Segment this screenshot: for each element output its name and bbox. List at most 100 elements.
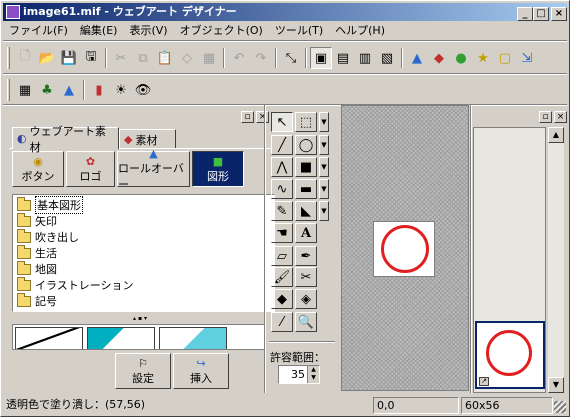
text-tool-icon[interactable]: A <box>295 223 317 243</box>
text-art-icon[interactable]: ★ <box>472 47 494 69</box>
scroll-down-icon[interactable]: ▼ <box>548 377 564 393</box>
scroll-up-icon[interactable]: ▲ <box>548 127 564 143</box>
category-logo[interactable]: ✿ ロゴ <box>66 151 115 187</box>
tolerance-spinner[interactable]: 35 ▲ ▼ <box>278 365 320 384</box>
insert-button[interactable]: ↪ 挿入 <box>173 353 229 389</box>
list-item[interactable]: 生活 <box>17 244 270 261</box>
eye-icon[interactable]: 👁 <box>132 79 154 101</box>
eyedropper-tool-icon[interactable]: ⁄ <box>271 312 293 332</box>
scissors-tool-icon[interactable]: ✂ <box>295 267 317 287</box>
list-item[interactable]: 矢印 <box>17 212 270 229</box>
float-button[interactable]: ▫ <box>539 111 552 123</box>
rounded-rect-tool-icon[interactable]: ▬ <box>295 179 317 199</box>
category-rollover[interactable]: ▲ ロールオーバー <box>117 147 190 191</box>
shapes-icon[interactable]: ● <box>450 47 472 69</box>
list-item[interactable]: イラストレーション <box>17 276 270 293</box>
spinner-arrows-icon[interactable]: ▲ ▼ <box>307 366 319 383</box>
new-icon[interactable]: 🗋 <box>14 47 36 69</box>
effects-toolbar: ▦ ♣ ▲ ▮ ☀ 👁 <box>3 76 173 104</box>
layer-back-icon[interactable]: ▥ <box>354 47 376 69</box>
preview-scrollbar[interactable]: ▲ ▼ <box>548 127 564 393</box>
list-item[interactable]: 地図 <box>17 260 270 277</box>
cut-icon[interactable]: ✂ <box>110 47 132 69</box>
maximize-button[interactable]: □ <box>533 7 549 21</box>
object-select-icon[interactable]: ⬚ <box>295 112 317 132</box>
category-button[interactable]: ◉ ボタン <box>12 151 64 187</box>
dropdown-arrow-icon[interactable]: ▼ <box>319 157 329 177</box>
material-list[interactable]: 基本図形 矢印 吹き出し 生活 地図 イラストレーション 記号 <box>12 194 275 312</box>
pen-tool-icon[interactable]: ✒ <box>295 246 317 266</box>
toolbar-grip[interactable] <box>7 47 10 69</box>
layer-top-icon[interactable]: ▧ <box>376 47 398 69</box>
float-button[interactable]: ▫ <box>241 111 254 123</box>
window-title: image61.mif - ウェブアート デザイナー <box>23 5 237 18</box>
menu-file[interactable]: ファイル(F) <box>3 22 74 40</box>
select-tool-icon[interactable]: ↖ <box>271 112 293 132</box>
preview-thumbnail[interactable]: ↗ <box>475 321 545 389</box>
red-circle-shape[interactable] <box>381 225 429 273</box>
export-icon[interactable]: ⇲ <box>516 47 538 69</box>
minimize-button[interactable]: _ <box>517 7 533 21</box>
color-balance-icon[interactable]: ▮ <box>88 79 110 101</box>
menu-object[interactable]: オブジェクト(O) <box>174 22 269 40</box>
rectangle-tool-icon[interactable]: ■ <box>295 157 317 177</box>
frame-icon[interactable]: ▢ <box>494 47 516 69</box>
tree-icon[interactable]: ♣ <box>36 79 58 101</box>
category-shapes[interactable]: ■ 図形 <box>192 151 244 187</box>
tab-materials[interactable]: ◆ 素材 <box>119 129 176 149</box>
close-button[interactable]: × <box>551 7 567 21</box>
layer-front-icon[interactable]: ▤ <box>332 47 354 69</box>
panel-close-button[interactable]: × <box>256 111 269 123</box>
paste-icon[interactable]: 📋 <box>154 47 176 69</box>
menu-help[interactable]: ヘルプ(H) <box>329 22 391 40</box>
menu-edit[interactable]: 編集(E) <box>74 22 124 40</box>
list-item[interactable]: 吹き出し <box>17 228 270 245</box>
list-item[interactable]: 記号 <box>17 292 270 309</box>
fill-tool-icon[interactable]: ◆ <box>271 289 293 309</box>
layer-icon[interactable]: ▣ <box>310 47 332 69</box>
tab-webart-materials[interactable]: ◐ ウェブアート素材 <box>12 125 119 154</box>
freehand-tool-icon[interactable]: ✎ <box>271 201 293 221</box>
menu-view[interactable]: 表示(V) <box>123 22 173 40</box>
eraser-tool-icon[interactable]: ▱ <box>271 246 293 266</box>
thumbnail[interactable] <box>159 327 227 349</box>
brightness-icon[interactable]: ☀ <box>110 79 132 101</box>
menu-tools[interactable]: ツール(T) <box>269 22 329 40</box>
toolbar-grip[interactable] <box>7 79 10 101</box>
splitter-handle[interactable]: ▴ ▪ ▾ <box>104 316 176 322</box>
dropdown-arrow-icon[interactable]: ▼ <box>319 179 329 199</box>
copy-icon[interactable]: ⧉ <box>132 47 154 69</box>
resize-grip-icon[interactable] <box>554 401 566 413</box>
curve-tool-icon[interactable]: ∿ <box>271 179 293 199</box>
zoom-tool-icon[interactable]: 🔍 <box>295 312 317 332</box>
picture-icon[interactable]: ▲ <box>406 47 428 69</box>
thumbnail[interactable] <box>87 327 155 349</box>
redo-icon[interactable]: ↷ <box>250 47 272 69</box>
thumbnail[interactable] <box>15 327 83 349</box>
brush-tool-icon[interactable]: 🖌 <box>271 267 293 287</box>
undo-icon[interactable]: ↶ <box>228 47 250 69</box>
open-icon[interactable]: 📂 <box>36 47 58 69</box>
hand-tool-icon[interactable]: ☚ <box>271 223 293 243</box>
line-tool-icon[interactable]: ╱ <box>271 135 293 155</box>
canvas-image[interactable] <box>373 221 435 277</box>
polyline-tool-icon[interactable]: ⋀ <box>271 157 293 177</box>
mosaic-icon[interactable]: ▦ <box>14 79 36 101</box>
polygon-tool-icon[interactable]: ◣ <box>295 201 317 221</box>
resize-icon[interactable]: ⤡ <box>280 47 302 69</box>
settings-button[interactable]: ⚐ 設定 <box>115 353 171 389</box>
pattern-fill-icon[interactable]: ◈ <box>295 289 317 309</box>
objects-icon[interactable]: ◆ <box>428 47 450 69</box>
thumbnail-strip[interactable] <box>12 324 266 350</box>
dropdown-arrow-icon[interactable]: ▼ <box>319 201 329 221</box>
ellipse-tool-icon[interactable]: ◯ <box>295 135 317 155</box>
list-item[interactable]: 基本図形 <box>17 196 270 214</box>
preview-close-button[interactable]: × <box>554 111 567 123</box>
grid-icon[interactable]: ▦ <box>198 47 220 69</box>
save-icon[interactable]: 💾 <box>58 47 80 69</box>
clear-icon[interactable]: ◇ <box>176 47 198 69</box>
save-as-icon[interactable]: 🖫 <box>80 47 102 69</box>
dropdown-arrow-icon[interactable]: ▼ <box>319 135 329 155</box>
dropdown-arrow-icon[interactable]: ▼ <box>319 112 329 132</box>
image-icon[interactable]: ▲ <box>58 79 80 101</box>
